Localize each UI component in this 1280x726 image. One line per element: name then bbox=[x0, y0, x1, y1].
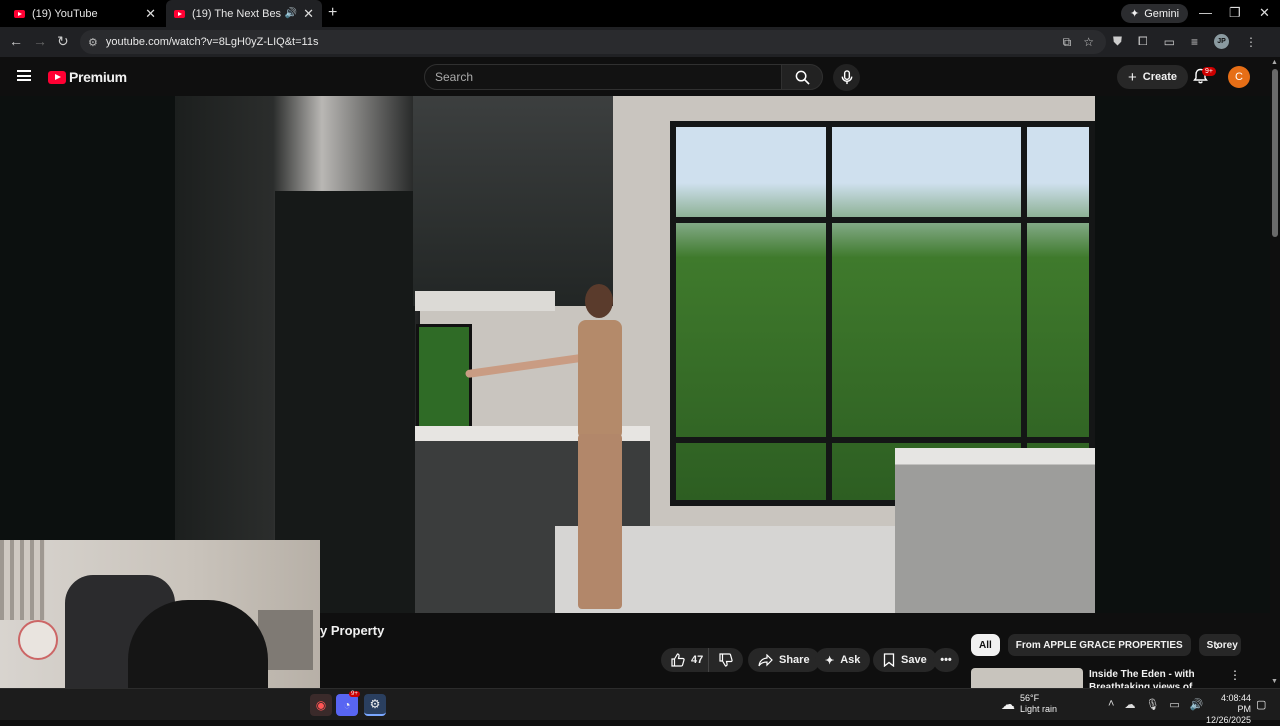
ask-label: Ask bbox=[840, 654, 861, 666]
recommendation-thumbnail[interactable] bbox=[971, 668, 1083, 688]
hamburger-menu-icon[interactable] bbox=[17, 70, 31, 81]
bookmark-star-icon[interactable]: ☆ bbox=[1083, 35, 1094, 50]
like-button[interactable]: 47 bbox=[661, 648, 712, 672]
sparkle-icon: ✦ bbox=[1130, 8, 1140, 20]
account-avatar[interactable]: C bbox=[1228, 66, 1250, 88]
search-icon bbox=[795, 70, 810, 85]
taskbar-app-icon[interactable]: ◉ bbox=[310, 694, 332, 716]
reload-icon[interactable]: ↻ bbox=[57, 33, 69, 50]
webcam-overlay bbox=[0, 540, 320, 700]
browser-tab-strip: (19) YouTube ✕ (19) The Next Best Thing!… bbox=[0, 0, 1280, 27]
youtube-favicon-icon bbox=[174, 9, 185, 18]
close-tab-icon[interactable]: ✕ bbox=[303, 6, 314, 22]
tab-title: (19) The Next Best Thing! S bbox=[192, 7, 281, 20]
notification-count-badge: 9+ bbox=[1202, 67, 1216, 76]
sparkle-icon: ✦ bbox=[825, 654, 835, 667]
page-scrollbar[interactable]: ▲ ▼ bbox=[1270, 57, 1280, 688]
notification-center-icon[interactable]: ▢ bbox=[1256, 698, 1266, 711]
share-label: Share bbox=[779, 654, 810, 666]
gemini-button[interactable]: ✦ Gemini bbox=[1121, 4, 1189, 23]
scrollbar-thumb[interactable] bbox=[1272, 69, 1278, 237]
thumbs-down-icon bbox=[719, 653, 733, 667]
gemini-label: Gemini bbox=[1144, 7, 1180, 20]
save-label: Save bbox=[901, 654, 927, 666]
discord-badge: 9+ bbox=[349, 691, 360, 697]
microphone-icon bbox=[841, 70, 852, 85]
browser-menu-icon[interactable]: ⋮ bbox=[1245, 35, 1257, 49]
video-title: y Property bbox=[320, 623, 385, 638]
mic-icon[interactable]: 🎙 bbox=[1145, 698, 1159, 711]
video-frame bbox=[175, 96, 1095, 613]
youtube-favicon-icon bbox=[14, 9, 25, 18]
volume-icon[interactable]: 🔊 bbox=[1190, 698, 1204, 711]
profile-avatar[interactable]: JP bbox=[1213, 34, 1229, 49]
scroll-down-icon[interactable]: ▼ bbox=[1271, 678, 1278, 685]
video-player[interactable] bbox=[0, 96, 1270, 613]
recommendation-title[interactable]: Inside The Eden - with Breathtaking view… bbox=[1089, 668, 1219, 688]
more-vertical-icon[interactable]: ⋮ bbox=[1229, 668, 1241, 682]
network-icon[interactable]: ▭ bbox=[1169, 698, 1179, 711]
youtube-play-icon bbox=[48, 70, 66, 84]
voice-search-button[interactable] bbox=[833, 64, 860, 91]
search-button[interactable] bbox=[781, 64, 823, 90]
close-tab-icon[interactable]: ✕ bbox=[145, 6, 156, 22]
rain-cloud-icon: ☁ bbox=[1001, 695, 1015, 712]
steam-icon[interactable]: ⚙ bbox=[364, 694, 386, 716]
windows-taskbar: ◉ ◔ 9+ ⚙ ☁ 56°F Light rain ˄ ☁ 🎙 ▭ 🔊 4:0… bbox=[0, 688, 1280, 725]
chip-from-channel[interactable]: From APPLE GRACE PROPERTIES bbox=[1007, 634, 1191, 656]
youtube-premium-logo[interactable]: Premium bbox=[48, 69, 127, 85]
dislike-button[interactable] bbox=[708, 648, 743, 672]
back-icon[interactable]: ← bbox=[9, 33, 23, 49]
tab-search-icon[interactable]: ▭ bbox=[1164, 35, 1175, 49]
scroll-up-icon[interactable]: ▲ bbox=[1271, 59, 1278, 66]
share-button[interactable]: Share bbox=[748, 648, 820, 672]
related-filter-chips: All From APPLE GRACE PROPERTIES Storey bbox=[971, 634, 1241, 656]
window-close-icon[interactable]: ✕ bbox=[1259, 5, 1270, 21]
chevron-up-icon[interactable]: ˄ bbox=[1108, 698, 1114, 711]
search-input[interactable]: Search bbox=[424, 64, 782, 90]
tab-youtube[interactable]: (19) YouTube ✕ bbox=[6, 0, 164, 27]
forward-icon[interactable]: → bbox=[33, 33, 47, 49]
discord-icon[interactable]: ◔ bbox=[336, 694, 358, 716]
url-text: youtube.com/watch?v=8LgH0yZ-LIQ&t=11s bbox=[105, 36, 319, 48]
tab-title: (19) YouTube bbox=[32, 7, 98, 20]
ask-button[interactable]: ✦ Ask bbox=[815, 648, 871, 672]
plus-icon: + bbox=[1128, 68, 1137, 86]
search-placeholder: Search bbox=[435, 70, 474, 84]
browser-toolbar: ← → ↻ ⚙ youtube.com/watch?v=8LgH0yZ-LIQ&… bbox=[0, 27, 1280, 57]
weather-desc: Light rain bbox=[1020, 704, 1058, 714]
youtube-header: Premium Search + Create 9+ C bbox=[0, 57, 1280, 96]
cast-icon[interactable]: ⧉ bbox=[1063, 35, 1072, 50]
clock[interactable]: 4:08:44 PM 12/26/2025 bbox=[1206, 693, 1251, 726]
clock-date: 12/26/2025 bbox=[1206, 715, 1252, 725]
new-tab-icon[interactable]: + bbox=[328, 4, 337, 22]
cloud-sync-icon[interactable]: ☁ bbox=[1124, 698, 1135, 711]
extensions-puzzle-icon[interactable]: ⧠ bbox=[1138, 34, 1148, 49]
more-horizontal-icon: ••• bbox=[940, 654, 952, 666]
chevron-right-icon[interactable]: › bbox=[1215, 637, 1220, 653]
like-count: 47 bbox=[691, 654, 704, 666]
thumbs-up-icon bbox=[671, 653, 685, 667]
create-button[interactable]: + Create bbox=[1117, 65, 1189, 89]
save-bookmark-icon bbox=[883, 653, 895, 667]
create-label: Create bbox=[1142, 71, 1178, 83]
more-actions-button[interactable]: ••• bbox=[933, 648, 959, 672]
save-button[interactable]: Save bbox=[873, 648, 937, 672]
system-tray: ˄ ☁ 🎙 ▭ 🔊 bbox=[1108, 698, 1204, 711]
clock-time: 4:08:44 PM bbox=[1220, 693, 1251, 714]
weather-temp: 56°F bbox=[1020, 693, 1040, 703]
restore-icon[interactable]: ❐ bbox=[1229, 5, 1241, 21]
tab-video[interactable]: (19) The Next Best Thing! S 🔊 ✕ bbox=[166, 0, 322, 27]
speaker-icon[interactable]: 🔊 bbox=[285, 8, 297, 19]
share-icon bbox=[758, 653, 773, 666]
chip-all[interactable]: All bbox=[971, 634, 1000, 656]
address-bar[interactable]: ⚙ youtube.com/watch?v=8LgH0yZ-LIQ&t=11s … bbox=[80, 30, 1106, 54]
weather-widget[interactable]: ☁ 56°F Light rain bbox=[1001, 693, 1057, 715]
logo-text: Premium bbox=[69, 69, 127, 85]
shield-extension-icon[interactable]: ⛊ bbox=[1113, 34, 1122, 49]
site-info-icon[interactable]: ⚙ bbox=[88, 36, 98, 49]
minimize-icon[interactable]: — bbox=[1199, 5, 1212, 20]
reading-list-icon[interactable]: ≡ bbox=[1191, 35, 1198, 49]
